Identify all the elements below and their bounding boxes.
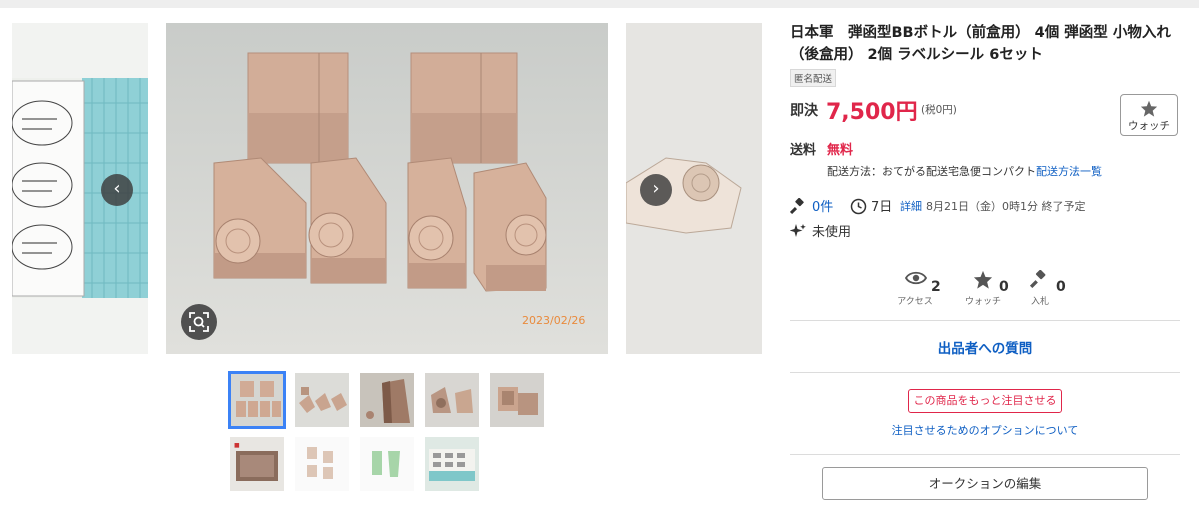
bid-gavel-icon <box>1030 270 1046 288</box>
access-label: アクセス <box>897 297 933 307</box>
thumbnail-4[interactable] <box>425 373 479 427</box>
item-info-panel: 日本軍 弾函型BBボトル（前盒用） 4個 弾函型 小物入れ（後盒用） 2個 ラベ… <box>790 8 1190 515</box>
detail-link[interactable]: 詳細 <box>900 198 922 214</box>
main-product-image[interactable] <box>166 23 608 354</box>
bid-count-link[interactable]: 0件 <box>812 196 833 215</box>
anonymous-shipping-badge: 匿名配送 <box>790 69 837 87</box>
zoom-button[interactable] <box>181 304 217 340</box>
next-image-button[interactable]: › <box>640 174 672 206</box>
watch-count: 0 <box>999 279 1009 295</box>
thumbnail-2[interactable] <box>295 373 349 427</box>
thumbnail-7[interactable] <box>295 437 349 491</box>
days-remaining: 7日 <box>871 200 893 215</box>
shipping-methods-link[interactable]: 配送方法一覧 <box>1036 163 1102 179</box>
divider <box>790 454 1180 455</box>
thumbnail-5[interactable] <box>490 373 544 427</box>
item-title: 日本軍 弾函型BBボトル（前盒用） 4個 弾函型 小物入れ（後盒用） 2個 ラベ… <box>790 25 1171 63</box>
tax-note: (税0円) <box>921 104 957 116</box>
end-time: 8月21日（金）0時1分 終了予定 <box>926 200 1086 213</box>
thumbnail-6[interactable]: ■ <box>230 437 284 491</box>
watch-label: ウォッチ <box>964 297 1001 307</box>
thumbnail-9[interactable] <box>425 437 479 491</box>
item-condition: 未使用 <box>812 225 852 240</box>
bid-count: 0 <box>1056 279 1066 295</box>
watch-button[interactable]: ウォッチ <box>1120 94 1178 136</box>
ask-seller-link[interactable]: 出品者への質問 <box>790 337 1180 357</box>
bid-label: 入札 <box>1030 297 1049 307</box>
watch-button-label: ウォッチ <box>1128 120 1170 132</box>
divider <box>790 372 1180 373</box>
gavel-icon <box>790 198 804 214</box>
edit-auction-button[interactable]: オークションの編集 <box>822 467 1148 500</box>
top-strip <box>0 0 1199 8</box>
watch-star-icon <box>973 270 993 289</box>
star-icon <box>1140 100 1158 117</box>
buy-now-label: 即決 <box>790 103 818 119</box>
thumbnail-8[interactable] <box>360 437 414 491</box>
clock-icon <box>850 198 867 215</box>
shipping-method: 配送方法：おてがる配送宅急便コンパクト <box>827 165 1036 178</box>
eye-icon <box>905 271 927 285</box>
price-value: 7,500円 <box>826 100 918 125</box>
promote-item-button[interactable]: この商品をもっと注目させる <box>908 389 1062 413</box>
photo-date-stamp: 2023/02/26 <box>522 314 586 327</box>
thumbnail-1[interactable] <box>228 371 286 429</box>
sparkle-icon <box>790 224 806 237</box>
thumbnail-3[interactable] <box>360 373 414 427</box>
zoom-search-icon <box>189 312 209 332</box>
access-count: 2 <box>931 279 941 295</box>
svg-text:■: ■ <box>234 442 240 449</box>
shipping-fee: 無料 <box>827 143 854 158</box>
promote-options-link[interactable]: 注目させるためのオプションについて <box>790 422 1180 438</box>
image-gallery: ‹ › 2023/02/26 ■ <box>0 8 775 515</box>
shipping-label: 送料 <box>790 143 817 158</box>
divider <box>790 320 1180 321</box>
stats-row: 2 アクセス 0 ウォッチ 0 入札 <box>895 270 1095 310</box>
previous-image-button[interactable]: ‹ <box>101 174 133 206</box>
